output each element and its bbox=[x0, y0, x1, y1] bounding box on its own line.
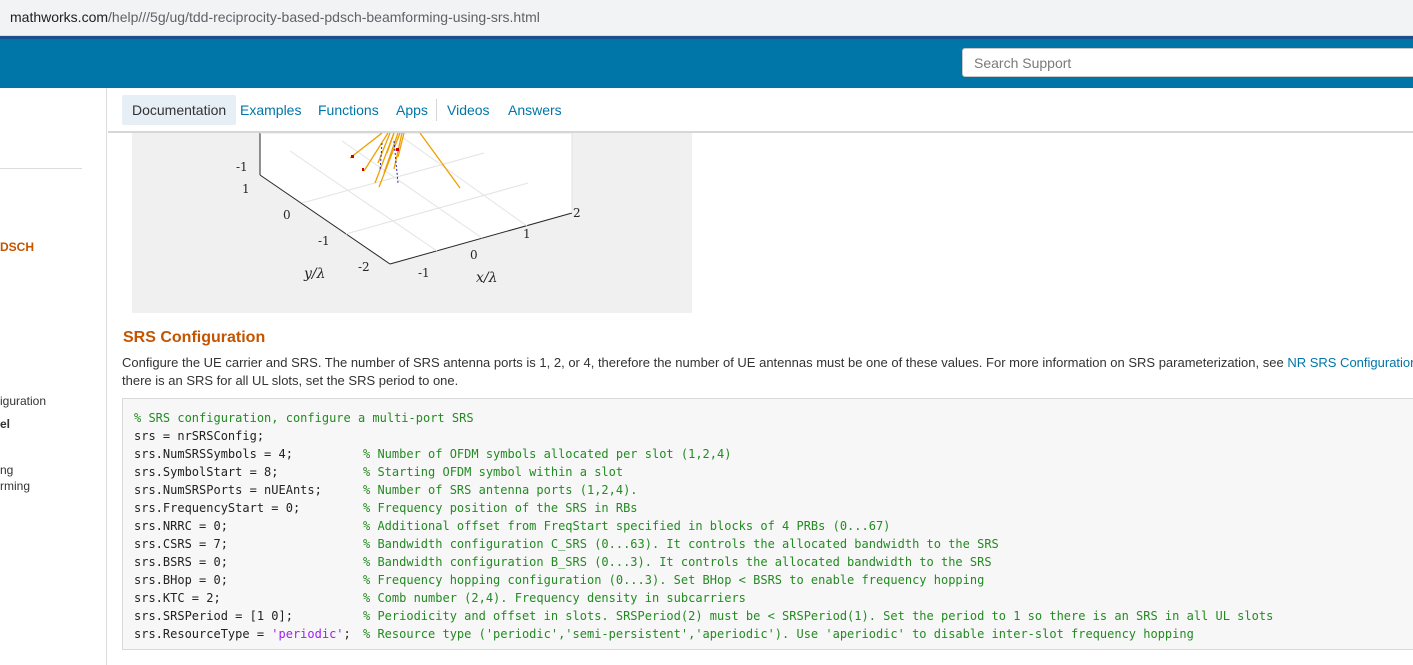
code-comment: % Frequency position of the SRS in RBs bbox=[363, 501, 638, 515]
code-line: srs.SRSPeriod = [1 0]; % Periodicity and … bbox=[134, 607, 1273, 625]
code-statement: srs.NumSRSSymbols = 4; bbox=[134, 447, 293, 461]
code-comment: % Periodicity and offset in slots. SRSPe… bbox=[363, 609, 1274, 623]
code-string: 'periodic' bbox=[271, 627, 344, 641]
left-sidebar: DSCH iguration el ng rming bbox=[0, 88, 107, 665]
code-line: srs.KTC = 2; % Comb number (2,4). Frequen… bbox=[134, 589, 746, 607]
url-host: mathworks.com bbox=[10, 9, 109, 25]
code-line: srs.BHop = 0; % Frequency hopping configu… bbox=[134, 571, 984, 589]
code-line: srs.NRRC = 0; % Additional offset from Fr… bbox=[134, 517, 890, 535]
sidebar-divider bbox=[0, 168, 82, 169]
code-comment: % Resource type ('periodic','semi-persis… bbox=[363, 627, 1194, 641]
url-path: /help///5g/ug/tdd-reciprocity-based-pdsc… bbox=[108, 9, 540, 25]
beam-plot-svg: -1 1 0 -1 -2 -1 0 1 2 y/λ x/λ bbox=[132, 133, 692, 313]
code-line: srs.SymbolStart = 8; % Starting OFDM symb… bbox=[134, 463, 623, 481]
doc-nav-tabs: Documentation Examples Functions Apps Vi… bbox=[108, 88, 1413, 133]
beam-pattern-figure: -1 1 0 -1 -2 -1 0 1 2 y/λ x/λ bbox=[132, 133, 692, 313]
code-line: srs.BSRS = 0; % Bandwidth configuration B… bbox=[134, 553, 992, 571]
code-comment: % Frequency hopping configuration (0...3… bbox=[363, 573, 985, 587]
code-comment: % Number of OFDM symbols allocated per s… bbox=[363, 447, 732, 461]
x-axis-label: x/λ bbox=[476, 270, 498, 286]
z-tick-label: 1 bbox=[242, 182, 250, 196]
code-statement: srs.KTC = 2; bbox=[134, 591, 221, 605]
tab-examples[interactable]: Examples bbox=[230, 95, 311, 125]
code-line: srs = nrSRSConfig; bbox=[134, 429, 265, 443]
x-tick-label: -1 bbox=[418, 266, 430, 280]
tab-functions[interactable]: Functions bbox=[308, 95, 389, 125]
code-statement: srs.BHop = 0; bbox=[134, 573, 228, 587]
sidebar-item-beamforming[interactable]: rming bbox=[0, 479, 30, 493]
code-token: srs.ResourceType = bbox=[134, 627, 272, 641]
sidebar-item-sounding[interactable]: ng bbox=[0, 463, 13, 477]
code-comment: % Bandwidth configuration B_SRS (0...3).… bbox=[363, 555, 992, 569]
search-box[interactable] bbox=[962, 48, 1413, 77]
search-input[interactable] bbox=[963, 49, 1413, 76]
code-statement: srs.SymbolStart = 8; bbox=[134, 465, 279, 479]
y-tick-label: -1 bbox=[318, 234, 330, 248]
code-statement: srs.NumSRSPorts = nUEAnts; bbox=[134, 483, 322, 497]
code-comment: % Starting OFDM symbol within a slot bbox=[363, 465, 624, 479]
sidebar-item-channel-model[interactable]: el bbox=[0, 417, 10, 431]
paragraph-text: Configure the UE carrier and SRS. The nu… bbox=[122, 355, 1288, 370]
code-statement: srs.FrequencyStart = 0; bbox=[134, 501, 301, 515]
code-token: ; bbox=[343, 627, 351, 641]
z-tick-label: -1 bbox=[236, 160, 248, 174]
sidebar-item-pdsch[interactable]: DSCH bbox=[0, 240, 34, 254]
tab-videos[interactable]: Videos bbox=[437, 95, 500, 125]
y-tick-label: 0 bbox=[283, 208, 291, 222]
code-comment: % Bandwidth configuration C_SRS (0...63)… bbox=[363, 537, 999, 551]
address-bar[interactable]: mathworks.com/help///5g/ug/tdd-reciproci… bbox=[0, 0, 1413, 36]
code-line: % SRS configuration, configure a multi-p… bbox=[134, 411, 474, 425]
code-comment: % Additional offset from FreqStart speci… bbox=[363, 519, 891, 533]
code-block[interactable]: % SRS configuration, configure a multi-p… bbox=[122, 398, 1413, 650]
code-statement: srs.CSRS = 7; bbox=[134, 537, 228, 551]
nr-srs-configuration-link[interactable]: NR SRS Configuration bbox=[1287, 355, 1413, 370]
code-comment: % Number of SRS antenna ports (1,2,4). bbox=[363, 483, 638, 497]
code-line: srs.CSRS = 7; % Bandwidth configuration C… bbox=[134, 535, 999, 553]
code-statement: srs.SRSPeriod = [1 0]; bbox=[134, 609, 293, 623]
code-content: % SRS configuration, configure a multi-p… bbox=[134, 409, 1273, 643]
code-line: srs.ResourceType = 'periodic'; % Resource… bbox=[134, 625, 1194, 643]
y-tick-label: -2 bbox=[358, 260, 370, 274]
header-accent-bar bbox=[0, 36, 1413, 39]
url-text[interactable]: mathworks.com/help///5g/ug/tdd-reciproci… bbox=[10, 9, 540, 25]
code-line: srs.FrequencyStart = 0; % Frequency posit… bbox=[134, 499, 638, 517]
code-line: srs.NumSRSSymbols = 4; % Number of OFDM s… bbox=[134, 445, 731, 463]
section-paragraph-line2: there is an SRS for all UL slots, set th… bbox=[122, 373, 459, 388]
code-comment: % Comb number (2,4). Frequency density i… bbox=[363, 591, 746, 605]
code-line-highlighted: srs.NumSRSPorts = nUEAnts; % Number of SR… bbox=[134, 481, 638, 499]
section-paragraph-line1: Configure the UE carrier and SRS. The nu… bbox=[122, 355, 1413, 370]
y-axis-label: y/λ bbox=[303, 266, 326, 282]
code-statement: srs.NRRC = 0; bbox=[134, 519, 228, 533]
x-tick-label: 0 bbox=[470, 248, 478, 262]
sidebar-item-configuration[interactable]: iguration bbox=[0, 394, 46, 408]
code-statement: srs.ResourceType = 'periodic'; bbox=[134, 625, 351, 643]
x-tick-label: 2 bbox=[573, 206, 581, 220]
tab-documentation[interactable]: Documentation bbox=[122, 95, 237, 125]
tab-answers[interactable]: Answers bbox=[498, 95, 572, 125]
section-title: SRS Configuration bbox=[123, 329, 266, 346]
x-tick-label: 1 bbox=[523, 227, 531, 241]
tab-apps[interactable]: Apps bbox=[386, 95, 438, 125]
code-statement: srs.BSRS = 0; bbox=[134, 555, 228, 569]
